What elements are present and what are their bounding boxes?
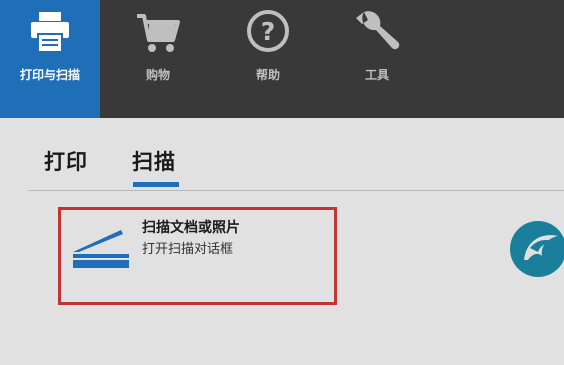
nav-item-label: 工具	[364, 68, 389, 82]
nav-item-tools[interactable]: 工具	[327, 0, 427, 118]
top-navigation-bar: 打印与扫描 购物 ? 帮助 工具	[0, 0, 564, 118]
tab-divider	[28, 190, 564, 191]
printer-icon	[0, 8, 100, 58]
wrench-icon	[327, 8, 427, 58]
nav-item-help[interactable]: ? 帮助	[218, 0, 318, 118]
scanner-icon	[71, 224, 129, 276]
nav-item-print-scan[interactable]: 打印与扫描	[0, 0, 100, 118]
brand-logo-icon	[508, 218, 564, 284]
tab-scan[interactable]: 扫描	[132, 146, 176, 176]
nav-item-label: 购物	[145, 68, 170, 82]
tab-bar: 打印 扫描	[0, 118, 564, 192]
help-icon: ?	[218, 8, 318, 58]
cart-icon	[108, 8, 208, 58]
scan-action-title: 扫描文档或照片	[142, 220, 240, 236]
scan-document-or-photo-button[interactable]: 扫描文档或照片 打开扫描对话框	[58, 207, 337, 305]
nav-item-shopping[interactable]: 购物	[108, 0, 208, 118]
svg-text:?: ?	[261, 17, 276, 46]
scan-action-subtitle: 打开扫描对话框	[142, 242, 234, 257]
nav-item-label: 帮助	[255, 68, 280, 82]
tab-print[interactable]: 打印	[44, 146, 88, 176]
active-tab-indicator	[133, 182, 179, 187]
nav-item-label: 打印与扫描	[19, 68, 80, 82]
